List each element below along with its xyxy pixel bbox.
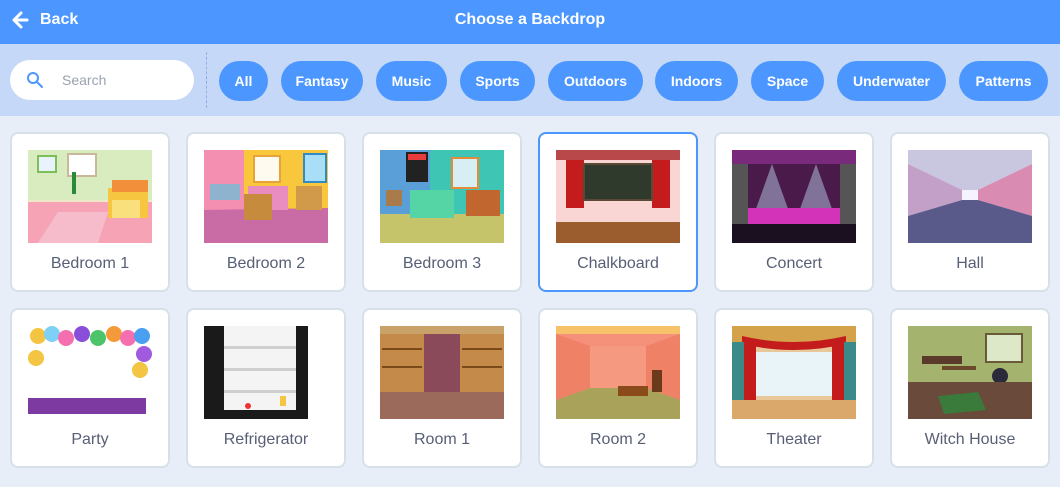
backdrop-thumbnail xyxy=(732,150,856,243)
backdrop-card-hall[interactable]: Hall xyxy=(890,132,1050,292)
header-bar: Back Choose a Backdrop xyxy=(0,0,1060,44)
backdrop-card-room-2[interactable]: Room 2 xyxy=(538,308,698,468)
backdrop-name: Concert xyxy=(765,255,823,272)
backdrop-card-party[interactable]: Party xyxy=(10,308,170,468)
page-title: Choose a Backdrop xyxy=(454,11,606,28)
backdrop-thumbnail xyxy=(28,326,152,419)
search-input[interactable] xyxy=(62,72,182,88)
backdrop-name: Room 1 xyxy=(413,431,471,448)
backdrop-name: Party xyxy=(71,431,109,448)
backdrop-name: Chalkboard xyxy=(577,255,659,272)
tag-fantasy[interactable]: Fantasy xyxy=(281,61,363,101)
backdrop-thumbnail xyxy=(908,150,1032,243)
backdrop-card-witch-house[interactable]: Witch House xyxy=(890,308,1050,468)
backdrop-name: Hall xyxy=(956,255,984,272)
backdrop-card-chalkboard[interactable]: Chalkboard xyxy=(538,132,698,292)
tag-music[interactable]: Music xyxy=(376,61,447,101)
backdrop-card-refrigerator[interactable]: Refrigerator xyxy=(186,308,346,468)
backdrop-thumbnail xyxy=(556,150,680,243)
backdrop-card-theater[interactable]: Theater xyxy=(714,308,874,468)
backdrop-thumbnail xyxy=(380,150,504,243)
search-icon xyxy=(27,72,43,88)
backdrop-name: Refrigerator xyxy=(223,431,309,448)
backdrop-thumbnail xyxy=(556,326,680,419)
backdrop-card-room-1[interactable]: Room 1 xyxy=(362,308,522,468)
backdrop-name: Room 2 xyxy=(589,431,647,448)
tag-indoors[interactable]: Indoors xyxy=(655,61,738,101)
filter-bar: All Fantasy Music Sports Outdoors Indoor… xyxy=(0,44,1060,116)
backdrop-thumbnail xyxy=(380,326,504,419)
tag-all[interactable]: All xyxy=(219,61,268,101)
tag-underwater[interactable]: Underwater xyxy=(837,61,946,101)
backdrop-name: Witch House xyxy=(924,431,1016,448)
backdrop-card-bedroom-2[interactable]: Bedroom 2 xyxy=(186,132,346,292)
backdrop-thumbnail xyxy=(732,326,856,419)
backdrop-thumbnail xyxy=(28,150,152,243)
backdrop-name: Theater xyxy=(766,431,822,448)
backdrop-thumbnail xyxy=(204,150,328,243)
backdrop-card-bedroom-3[interactable]: Bedroom 3 xyxy=(362,132,522,292)
backdrop-card-bedroom-1[interactable]: Bedroom 1 xyxy=(10,132,170,292)
backdrop-thumbnail xyxy=(204,326,328,419)
tag-outdoors[interactable]: Outdoors xyxy=(548,61,643,101)
backdrop-thumbnail xyxy=(908,326,1032,419)
backdrop-name: Bedroom 1 xyxy=(50,255,130,272)
search-box[interactable] xyxy=(10,60,194,100)
backdrop-card-concert[interactable]: Concert xyxy=(714,132,874,292)
backdrop-name: Bedroom 2 xyxy=(226,255,306,272)
tag-space[interactable]: Space xyxy=(751,61,824,101)
tag-patterns[interactable]: Patterns xyxy=(959,61,1048,101)
tag-sports[interactable]: Sports xyxy=(460,61,535,101)
filter-divider xyxy=(206,52,207,108)
backdrop-name: Bedroom 3 xyxy=(402,255,482,272)
